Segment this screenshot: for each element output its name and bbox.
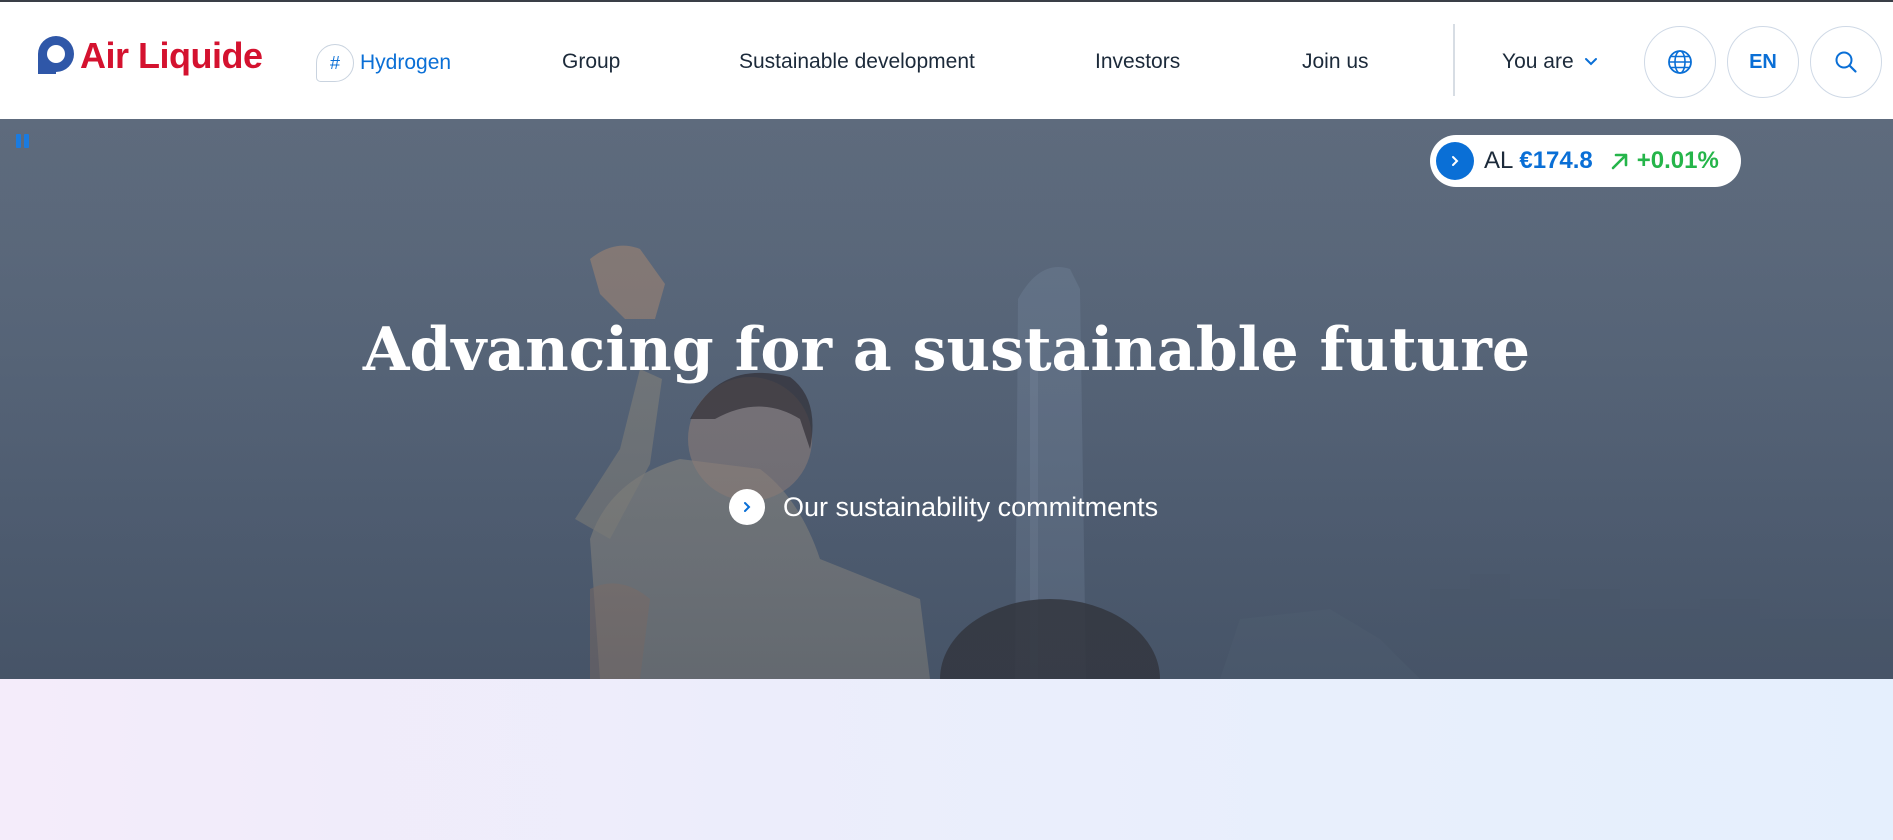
sustainability-commitments-link[interactable]: Our sustainability commitments bbox=[729, 489, 1158, 525]
globe-icon bbox=[1668, 50, 1692, 74]
air-liquide-logo-mark bbox=[38, 36, 74, 74]
nav-group[interactable]: Group bbox=[562, 50, 620, 74]
trend-up-icon bbox=[1611, 153, 1628, 170]
pause-icon[interactable] bbox=[16, 134, 29, 148]
nav-investors[interactable]: Investors bbox=[1095, 50, 1180, 74]
chevron-right-icon bbox=[1436, 142, 1474, 180]
nav-hydrogen[interactable]: # Hydrogen bbox=[316, 44, 451, 82]
nav-hydrogen-label: Hydrogen bbox=[360, 51, 452, 74]
nav-sustainable-development[interactable]: Sustainable development bbox=[739, 50, 975, 74]
globe-button[interactable] bbox=[1644, 26, 1716, 98]
search-button[interactable] bbox=[1810, 26, 1882, 98]
next-section-background bbox=[0, 679, 1893, 840]
chevron-down-icon bbox=[1584, 58, 1597, 66]
language-label: EN bbox=[1749, 50, 1777, 73]
brand-name: Air Liquide bbox=[80, 35, 263, 76]
nav-join-us[interactable]: Join us bbox=[1302, 50, 1369, 74]
language-button[interactable]: EN bbox=[1727, 26, 1799, 98]
stock-ticker[interactable]: AL €174.8 +0.01% bbox=[1430, 135, 1741, 187]
main-header: Air Liquide # Hydrogen Group Sustainable… bbox=[0, 2, 1893, 119]
air-liquide-logo[interactable]: Air Liquide bbox=[34, 34, 263, 78]
hash-icon: # bbox=[316, 44, 354, 82]
chevron-right-icon bbox=[729, 489, 765, 525]
hero-title: Advancing for a sustainable future bbox=[362, 315, 1531, 385]
you-are-dropdown[interactable]: You are bbox=[1502, 50, 1598, 74]
hero-background-image bbox=[0, 119, 1893, 679]
hero-banner: AL €174.8 +0.01% Advancing for a sustain… bbox=[0, 119, 1893, 679]
cta-label: Our sustainability commitments bbox=[783, 491, 1159, 522]
you-are-label: You are bbox=[1502, 50, 1574, 73]
search-icon bbox=[1835, 51, 1857, 73]
ticker-price: €174.8 bbox=[1519, 147, 1593, 174]
ticker-change: +0.01% bbox=[1636, 147, 1719, 174]
ticker-symbol: AL bbox=[1484, 147, 1514, 174]
nav-divider bbox=[1453, 24, 1455, 96]
